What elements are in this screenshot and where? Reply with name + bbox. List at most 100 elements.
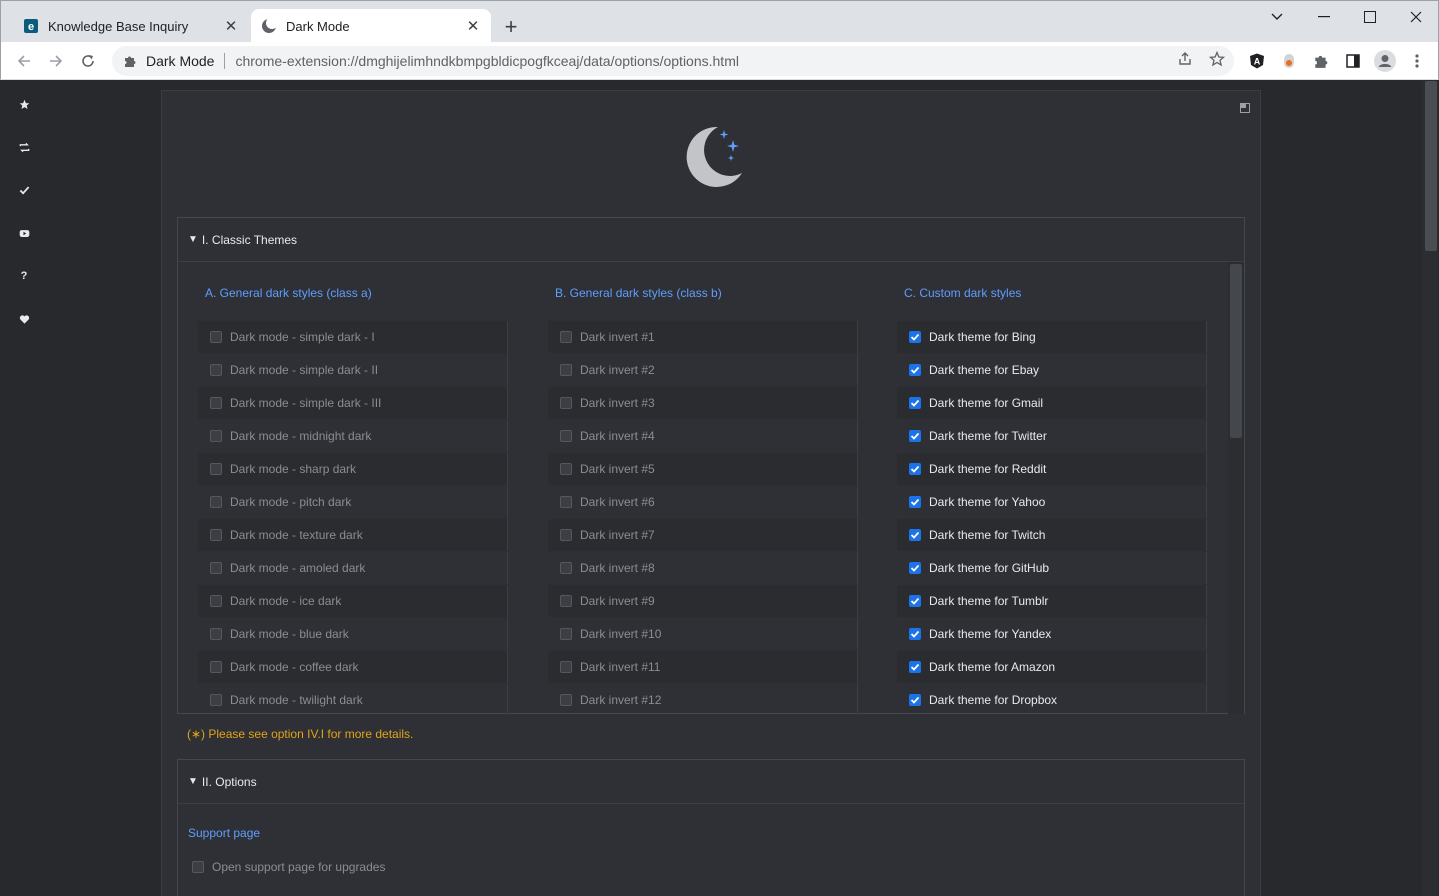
- new-tab-button[interactable]: +: [499, 14, 523, 39]
- checkbox[interactable]: [560, 529, 572, 541]
- checkbox[interactable]: [210, 595, 222, 607]
- orange-extension-icon[interactable]: [1277, 49, 1301, 73]
- theme-option-row[interactable]: Dark theme for Yandex: [897, 618, 1207, 650]
- theme-option-row[interactable]: Dark theme for Tumblr: [897, 585, 1207, 617]
- theme-option-row[interactable]: Dark theme for Yahoo: [897, 486, 1207, 518]
- theme-option-row[interactable]: Dark mode - simple dark - I: [198, 321, 508, 353]
- maximize-icon[interactable]: [1347, 5, 1393, 29]
- kebab-menu-icon[interactable]: [1405, 49, 1429, 73]
- check-icon[interactable]: [14, 180, 34, 200]
- checkbox-checked[interactable]: [909, 430, 921, 442]
- section-scrollbar-thumb[interactable]: [1230, 264, 1242, 438]
- theme-option-row[interactable]: Dark theme for Reddit: [897, 453, 1207, 485]
- checkbox[interactable]: [560, 628, 572, 640]
- checkbox[interactable]: [210, 397, 222, 409]
- theme-option-row[interactable]: Dark mode - twilight dark: [198, 684, 508, 714]
- theme-option-row[interactable]: Dark theme for Ebay: [897, 354, 1207, 386]
- theme-option-row[interactable]: Dark theme for Bing: [897, 321, 1207, 353]
- repeat-icon[interactable]: [14, 137, 34, 157]
- classic-themes-header[interactable]: ▼ I. Classic Themes: [178, 218, 1244, 262]
- checkbox[interactable]: [210, 496, 222, 508]
- theme-option-row[interactable]: Dark theme for Twitter: [897, 420, 1207, 452]
- checkbox[interactable]: [560, 430, 572, 442]
- theme-option-row[interactable]: Dark invert #6: [548, 486, 858, 518]
- star-icon[interactable]: [14, 94, 34, 114]
- checkbox[interactable]: [560, 331, 572, 343]
- theme-option-row[interactable]: Dark mode - ice dark: [198, 585, 508, 617]
- side-panel-icon[interactable]: [1341, 49, 1365, 73]
- theme-option-row[interactable]: Dark theme for Twitch: [897, 519, 1207, 551]
- checkbox[interactable]: [210, 529, 222, 541]
- checkbox-checked[interactable]: [909, 595, 921, 607]
- theme-option-row[interactable]: Dark theme for Gmail: [897, 387, 1207, 419]
- theme-option-row[interactable]: Dark invert #3: [548, 387, 858, 419]
- checkbox[interactable]: [560, 364, 572, 376]
- theme-option-row[interactable]: Dark invert #1: [548, 321, 858, 353]
- theme-option-row[interactable]: Dark invert #9: [548, 585, 858, 617]
- checkbox[interactable]: [210, 628, 222, 640]
- help-icon[interactable]: ?: [14, 266, 34, 286]
- checkbox-checked[interactable]: [909, 397, 921, 409]
- theme-option-row[interactable]: Dark invert #4: [548, 420, 858, 452]
- profile-avatar-icon[interactable]: [1373, 49, 1397, 73]
- layout-toggle-icon[interactable]: [1240, 103, 1250, 113]
- theme-option-row[interactable]: Dark mode - pitch dark: [198, 486, 508, 518]
- theme-option-row[interactable]: Dark mode - blue dark: [198, 618, 508, 650]
- checkbox[interactable]: [210, 331, 222, 343]
- theme-option-row[interactable]: Dark mode - simple dark - II: [198, 354, 508, 386]
- theme-option-row[interactable]: Dark invert #7: [548, 519, 858, 551]
- checkbox[interactable]: [560, 595, 572, 607]
- theme-option-row[interactable]: Dark invert #12: [548, 684, 858, 714]
- options-header[interactable]: ▼ II. Options: [178, 760, 1244, 804]
- theme-option-row[interactable]: Dark mode - coffee dark: [198, 651, 508, 683]
- checkbox[interactable]: [560, 463, 572, 475]
- heart-icon[interactable]: [14, 309, 34, 329]
- extensions-puzzle-icon[interactable]: [1309, 49, 1333, 73]
- checkbox-checked[interactable]: [909, 628, 921, 640]
- theme-option-row[interactable]: Dark mode - sharp dark: [198, 453, 508, 485]
- checkbox-checked[interactable]: [909, 694, 921, 706]
- forward-arrow-icon[interactable]: [43, 48, 69, 74]
- checkbox[interactable]: [210, 562, 222, 574]
- checkbox[interactable]: [560, 661, 572, 673]
- tab-search-chevron-icon[interactable]: [1254, 5, 1300, 29]
- support-upgrade-option[interactable]: Open support page for upgrades: [192, 860, 385, 874]
- theme-option-row[interactable]: Dark mode - amoled dark: [198, 552, 508, 584]
- checkbox[interactable]: [210, 661, 222, 673]
- share-icon[interactable]: [1173, 47, 1197, 71]
- checkbox-checked[interactable]: [909, 661, 921, 673]
- checkbox-checked[interactable]: [909, 529, 921, 541]
- bookmark-star-icon[interactable]: [1205, 47, 1229, 71]
- checkbox[interactable]: [210, 430, 222, 442]
- reload-icon[interactable]: [75, 48, 101, 74]
- theme-option-row[interactable]: Dark invert #10: [548, 618, 858, 650]
- support-page-link[interactable]: Support page: [188, 826, 260, 840]
- checkbox-checked[interactable]: [909, 364, 921, 376]
- checkbox[interactable]: [210, 364, 222, 376]
- checkbox[interactable]: [560, 694, 572, 706]
- theme-option-row[interactable]: Dark invert #8: [548, 552, 858, 584]
- tab-knowledge-base[interactable]: e Knowledge Base Inquiry ✕: [13, 9, 249, 43]
- theme-option-row[interactable]: Dark invert #11: [548, 651, 858, 683]
- checkbox-checked[interactable]: [909, 562, 921, 574]
- close-icon[interactable]: ✕: [221, 16, 241, 36]
- checkbox[interactable]: [560, 562, 572, 574]
- checkbox[interactable]: [210, 694, 222, 706]
- window-close-icon[interactable]: [1393, 5, 1439, 29]
- theme-option-row[interactable]: Dark mode - midnight dark: [198, 420, 508, 452]
- page-scrollbar[interactable]: [1422, 81, 1438, 896]
- checkbox-checked[interactable]: [909, 463, 921, 475]
- back-arrow-icon[interactable]: [11, 48, 37, 74]
- theme-option-row[interactable]: Dark mode - texture dark: [198, 519, 508, 551]
- theme-option-row[interactable]: Dark mode - simple dark - III: [198, 387, 508, 419]
- address-bar[interactable]: Dark Mode chrome-extension://dmghijelimh…: [112, 46, 1234, 76]
- theme-option-row[interactable]: Dark invert #2: [548, 354, 858, 386]
- page-scrollbar-thumb[interactable]: [1425, 81, 1437, 251]
- theme-option-row[interactable]: Dark invert #5: [548, 453, 858, 485]
- minimize-icon[interactable]: [1301, 5, 1347, 29]
- theme-option-row[interactable]: Dark theme for GitHub: [897, 552, 1207, 584]
- youtube-icon[interactable]: [14, 223, 34, 243]
- angular-extension-icon[interactable]: A: [1245, 49, 1269, 73]
- tab-dark-mode[interactable]: Dark Mode ✕: [251, 9, 491, 43]
- checkbox-checked[interactable]: [909, 331, 921, 343]
